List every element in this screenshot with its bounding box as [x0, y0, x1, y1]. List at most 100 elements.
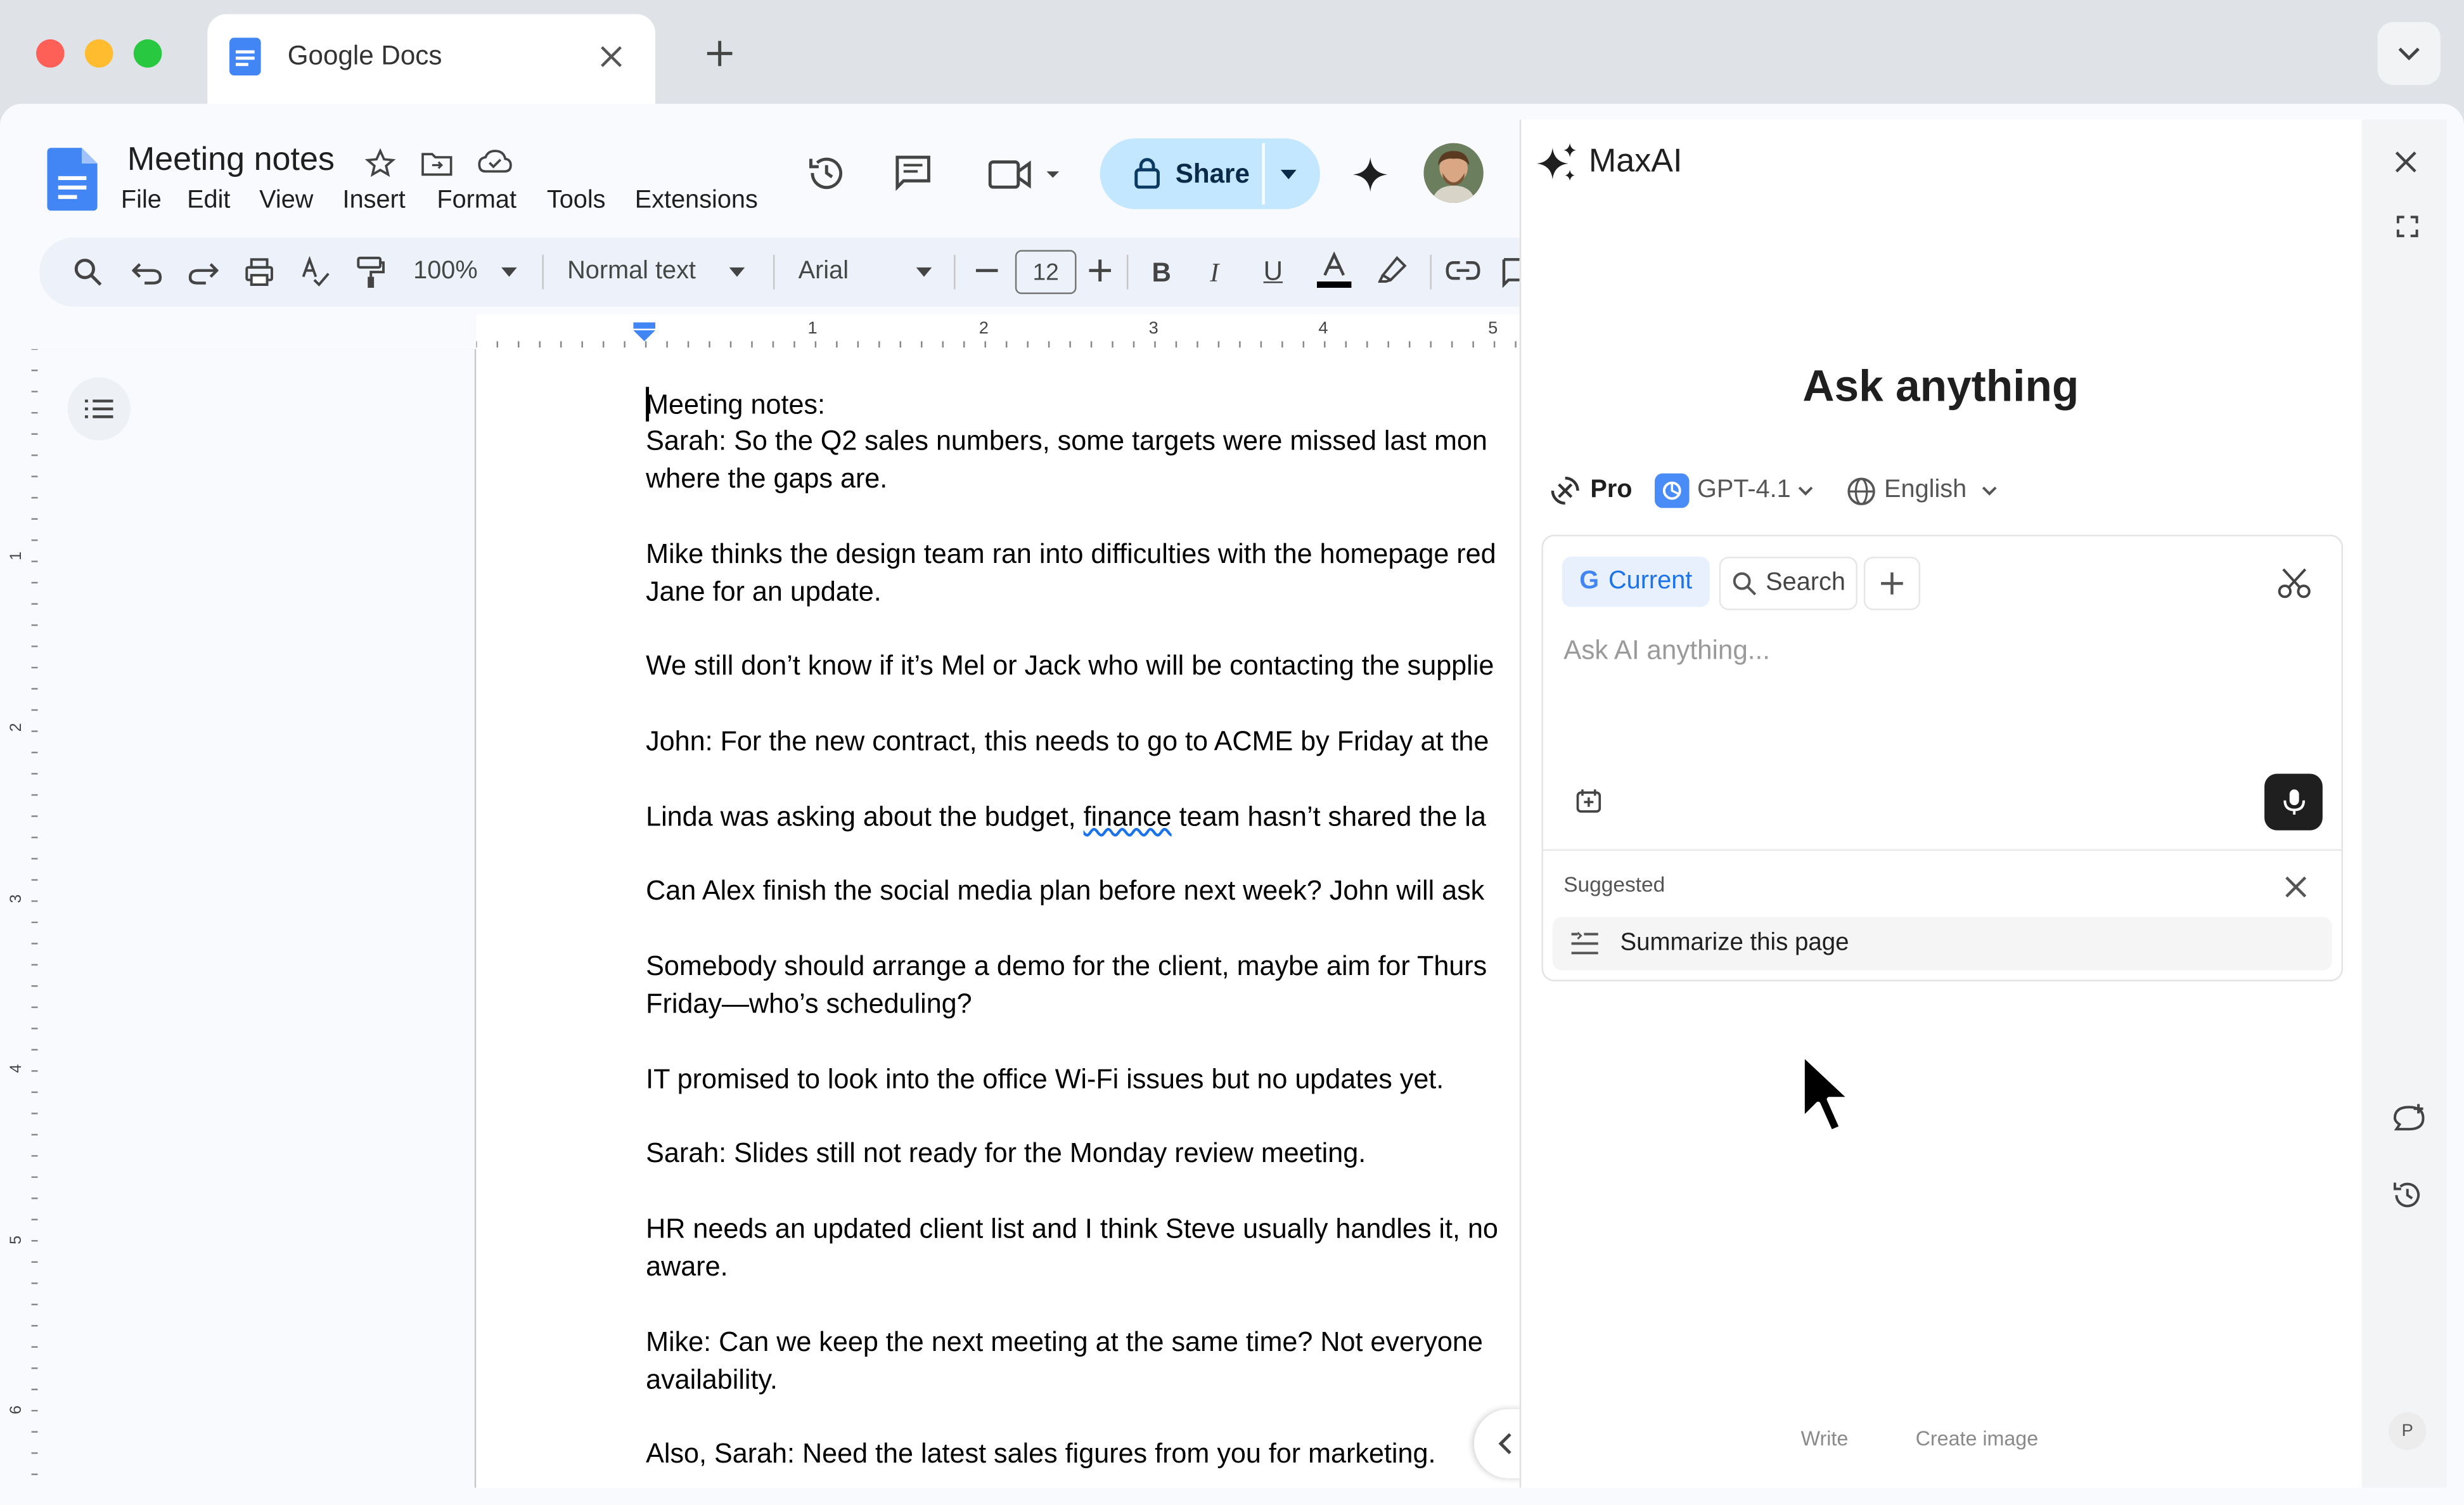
scissors-icon[interactable]	[2277, 568, 2312, 600]
pro-icon	[1550, 475, 1581, 507]
comments-icon[interactable]	[894, 154, 932, 192]
share-dropdown-icon[interactable]	[1279, 168, 1298, 181]
browser-tab[interactable]: Google Docs	[207, 14, 655, 106]
ask-ai-input[interactable]: Ask AI anything...	[1563, 635, 1770, 667]
language-chevron-icon[interactable]	[1982, 486, 1998, 497]
close-suggested-icon[interactable]	[2285, 876, 2307, 898]
document-outline-area	[39, 349, 477, 1488]
paragraph-style-select[interactable]: Normal text	[567, 258, 696, 287]
ruler-number: 3	[1148, 319, 1158, 339]
print-icon[interactable]	[243, 256, 275, 288]
globe-icon	[1847, 477, 1877, 507]
mouse-cursor-icon	[1798, 1050, 1858, 1139]
increase-font-size-icon[interactable]	[1089, 259, 1112, 282]
insert-link-icon[interactable]	[1446, 259, 1480, 281]
ruler-number: 2	[979, 319, 989, 339]
vruler-number: 6	[8, 1405, 26, 1414]
current-context-chip[interactable]: G Current	[1562, 557, 1710, 607]
vruler-number: 2	[8, 723, 26, 732]
model-selector[interactable]: GPT-4.1	[1697, 477, 1791, 505]
language-selector[interactable]: English	[1884, 477, 1967, 505]
write-tab[interactable]: Write	[1801, 1426, 1849, 1450]
menu-extensions[interactable]: Extensions	[635, 187, 758, 216]
font-select[interactable]: Arial	[799, 258, 849, 287]
tab-search-button[interactable]	[2377, 22, 2441, 85]
star-icon[interactable]	[364, 148, 396, 179]
style-dropdown-icon[interactable]	[729, 267, 745, 277]
menu-tools[interactable]: Tools	[547, 187, 606, 216]
zoom-select[interactable]: 100%	[413, 258, 477, 287]
highlight-color-icon[interactable]	[1378, 253, 1410, 288]
doc-line: Meeting notes:	[646, 388, 825, 420]
avatar[interactable]	[1423, 143, 1484, 203]
search-chip[interactable]: Search	[1719, 557, 1858, 610]
move-folder-icon[interactable]	[421, 150, 453, 178]
paint-format-icon[interactable]	[355, 255, 387, 290]
close-panel-icon[interactable]	[2395, 151, 2417, 173]
ruler-left-margin	[39, 314, 477, 351]
spellcheck-icon[interactable]	[300, 256, 332, 288]
menu-file[interactable]: File	[121, 187, 162, 216]
create-image-tab[interactable]: Create image	[1916, 1426, 2039, 1450]
doc-line: Linda was asking about the budget, finan…	[646, 798, 1486, 836]
undo-icon[interactable]	[132, 258, 164, 287]
minimize-window-dot[interactable]	[84, 39, 113, 68]
tab-title: Google Docs	[287, 41, 442, 71]
zoom-dropdown-icon[interactable]	[501, 267, 517, 277]
new-tab-button[interactable]	[704, 38, 736, 70]
menu-insert[interactable]: Insert	[343, 187, 406, 216]
model-chevron-icon[interactable]	[1798, 486, 1814, 497]
prompt-library-icon[interactable]	[1575, 786, 1603, 815]
doc-line: Mike thinks the design team ran into dif…	[646, 538, 1496, 570]
gemini-icon[interactable]	[1351, 156, 1389, 194]
doc-line: HR needs an updated client list and I th…	[646, 1212, 1498, 1244]
new-chat-icon[interactable]	[2392, 1104, 2427, 1135]
openai-icon	[1655, 473, 1690, 508]
italic-icon[interactable]: I	[1210, 258, 1219, 290]
chat-box-divider	[1543, 849, 2342, 851]
document-page[interactable]: Meeting notes: Sarah: So the Q2 sales nu…	[476, 349, 1520, 1488]
plan-label[interactable]: Pro	[1590, 477, 1632, 505]
share-button[interactable]: Share	[1100, 138, 1320, 209]
font-dropdown-icon[interactable]	[916, 267, 932, 277]
account-avatar[interactable]: P	[2388, 1412, 2427, 1450]
add-context-button[interactable]	[1863, 557, 1921, 610]
font-size-input[interactable]: 12	[1015, 250, 1077, 294]
suggestion-item[interactable]: Summarize this page	[1552, 917, 2332, 971]
close-tab-icon[interactable]	[599, 44, 624, 69]
menu-format[interactable]: Format	[437, 187, 517, 216]
search-menus-icon[interactable]	[72, 256, 104, 288]
document-title[interactable]: Meeting notes	[127, 141, 335, 179]
meet-icon[interactable]	[988, 157, 1067, 192]
indent-marker-icon[interactable]	[633, 322, 655, 342]
doc-line: aware.	[646, 1250, 728, 1282]
bold-icon[interactable]: B	[1152, 258, 1171, 290]
decrease-font-size-icon[interactable]	[975, 269, 998, 273]
doc-line: Can Alex finish the social media plan be…	[646, 874, 1485, 906]
add-comment-icon[interactable]	[1501, 256, 1520, 288]
horizontal-ruler[interactable]: 1 1 2 3 4 5	[466, 314, 1520, 349]
voice-input-button[interactable]	[2264, 773, 2323, 830]
expand-icon[interactable]	[2396, 216, 2418, 238]
doc-text: Linda was asking about the budget,	[646, 800, 1084, 832]
menu-edit[interactable]: Edit	[187, 187, 230, 216]
doc-line: Mike: Can we keep the next meeting at th…	[646, 1326, 1483, 1357]
vruler-number: 5	[8, 1236, 26, 1244]
history-icon[interactable]	[2392, 1180, 2423, 1211]
zoom-window-dot[interactable]	[133, 39, 162, 68]
version-history-icon[interactable]	[806, 153, 847, 193]
vertical-ruler[interactable]: 1 2 3 4 5 6	[8, 349, 41, 1488]
menu-view[interactable]: View	[259, 187, 313, 216]
suggested-label: Suggested	[1563, 872, 1665, 896]
docs-logo-icon[interactable]	[47, 148, 98, 211]
underline-icon[interactable]: U	[1264, 256, 1283, 288]
text-color-icon[interactable]	[1316, 251, 1352, 290]
close-window-dot[interactable]	[36, 39, 65, 68]
maxai-brand: MaxAI	[1588, 143, 1683, 179]
toolbar-divider	[542, 254, 544, 290]
cloud-saved-icon	[476, 148, 514, 176]
redo-icon[interactable]	[187, 258, 219, 287]
spelling-flag[interactable]: finance	[1084, 801, 1172, 832]
suggestion-label: Summarize this page	[1620, 929, 1849, 957]
outline-button[interactable]	[67, 377, 131, 441]
